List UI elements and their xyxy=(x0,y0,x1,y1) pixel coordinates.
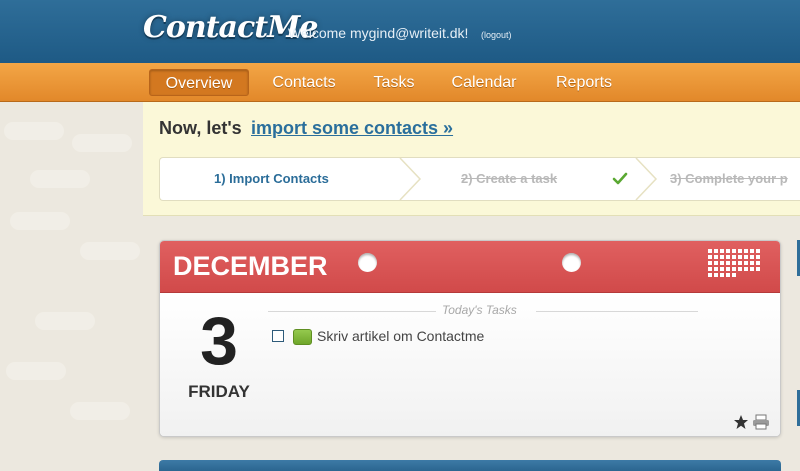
step-separator-icon xyxy=(399,158,422,200)
tasks-divider xyxy=(268,311,436,312)
calendar-grid-icon[interactable] xyxy=(708,249,760,284)
import-banner: Now, let's import some contacts » 1) Imp… xyxy=(143,102,800,216)
cloud-decoration xyxy=(4,122,64,140)
step-create-task[interactable]: 2) Create a task xyxy=(461,158,557,200)
day-name: FRIDAY xyxy=(188,382,250,401)
logout-link[interactable]: (logout) xyxy=(481,30,512,40)
binder-ring-icon xyxy=(562,253,581,272)
todays-tasks-title: Today's Tasks xyxy=(442,303,517,317)
cloud-decoration xyxy=(30,170,90,188)
print-icon[interactable] xyxy=(752,414,770,430)
onboarding-steps: 1) Import Contacts 2) Create a task 3) C… xyxy=(159,157,800,201)
step-import-contacts[interactable]: 1) Import Contacts xyxy=(214,158,329,200)
nav-overview[interactable]: Overview xyxy=(149,69,249,96)
cloud-decoration xyxy=(6,362,66,380)
calendar-widget: DECEMBER 3 FRIDAY Today's Tasks Skriv ar… xyxy=(159,240,781,437)
cloud-decoration xyxy=(70,402,130,420)
star-icon[interactable] xyxy=(733,414,749,430)
import-contacts-link[interactable]: import some contacts » xyxy=(251,118,453,139)
welcome-text: Welcome mygind@writeit.dk! xyxy=(288,25,469,41)
cloud-decoration xyxy=(10,212,70,230)
next-widget-header xyxy=(159,460,781,471)
calendar-month: DECEMBER xyxy=(173,251,328,281)
task-checkbox[interactable] xyxy=(272,330,284,342)
cloud-decoration xyxy=(35,312,95,330)
checkmark-icon xyxy=(612,172,628,185)
banner-lead-text: Now, let's xyxy=(159,118,242,138)
task-title[interactable]: Skriv artikel om Contactme xyxy=(317,328,484,344)
nav-reports[interactable]: Reports xyxy=(545,69,623,96)
main-nav: Overview Contacts Tasks Calendar Reports xyxy=(0,63,800,102)
step-separator-icon xyxy=(635,158,658,200)
nav-contacts[interactable]: Contacts xyxy=(262,69,346,96)
cloud-decoration xyxy=(80,242,140,260)
calendar-body: 3 FRIDAY Today's Tasks Skriv artikel om … xyxy=(160,294,780,436)
top-header: ContactMe Welcome mygind@writeit.dk! (lo… xyxy=(0,0,800,63)
calendar-header: DECEMBER xyxy=(160,241,780,293)
task-color-tag xyxy=(293,329,312,345)
left-background xyxy=(0,102,143,471)
step-complete-profile[interactable]: 3) Complete your p xyxy=(670,158,788,200)
cloud-decoration xyxy=(72,134,132,152)
day-number: 3 xyxy=(200,303,238,379)
nav-tasks[interactable]: Tasks xyxy=(364,69,424,96)
nav-calendar[interactable]: Calendar xyxy=(440,69,528,96)
binder-ring-icon xyxy=(358,253,377,272)
tasks-divider xyxy=(536,311,698,312)
